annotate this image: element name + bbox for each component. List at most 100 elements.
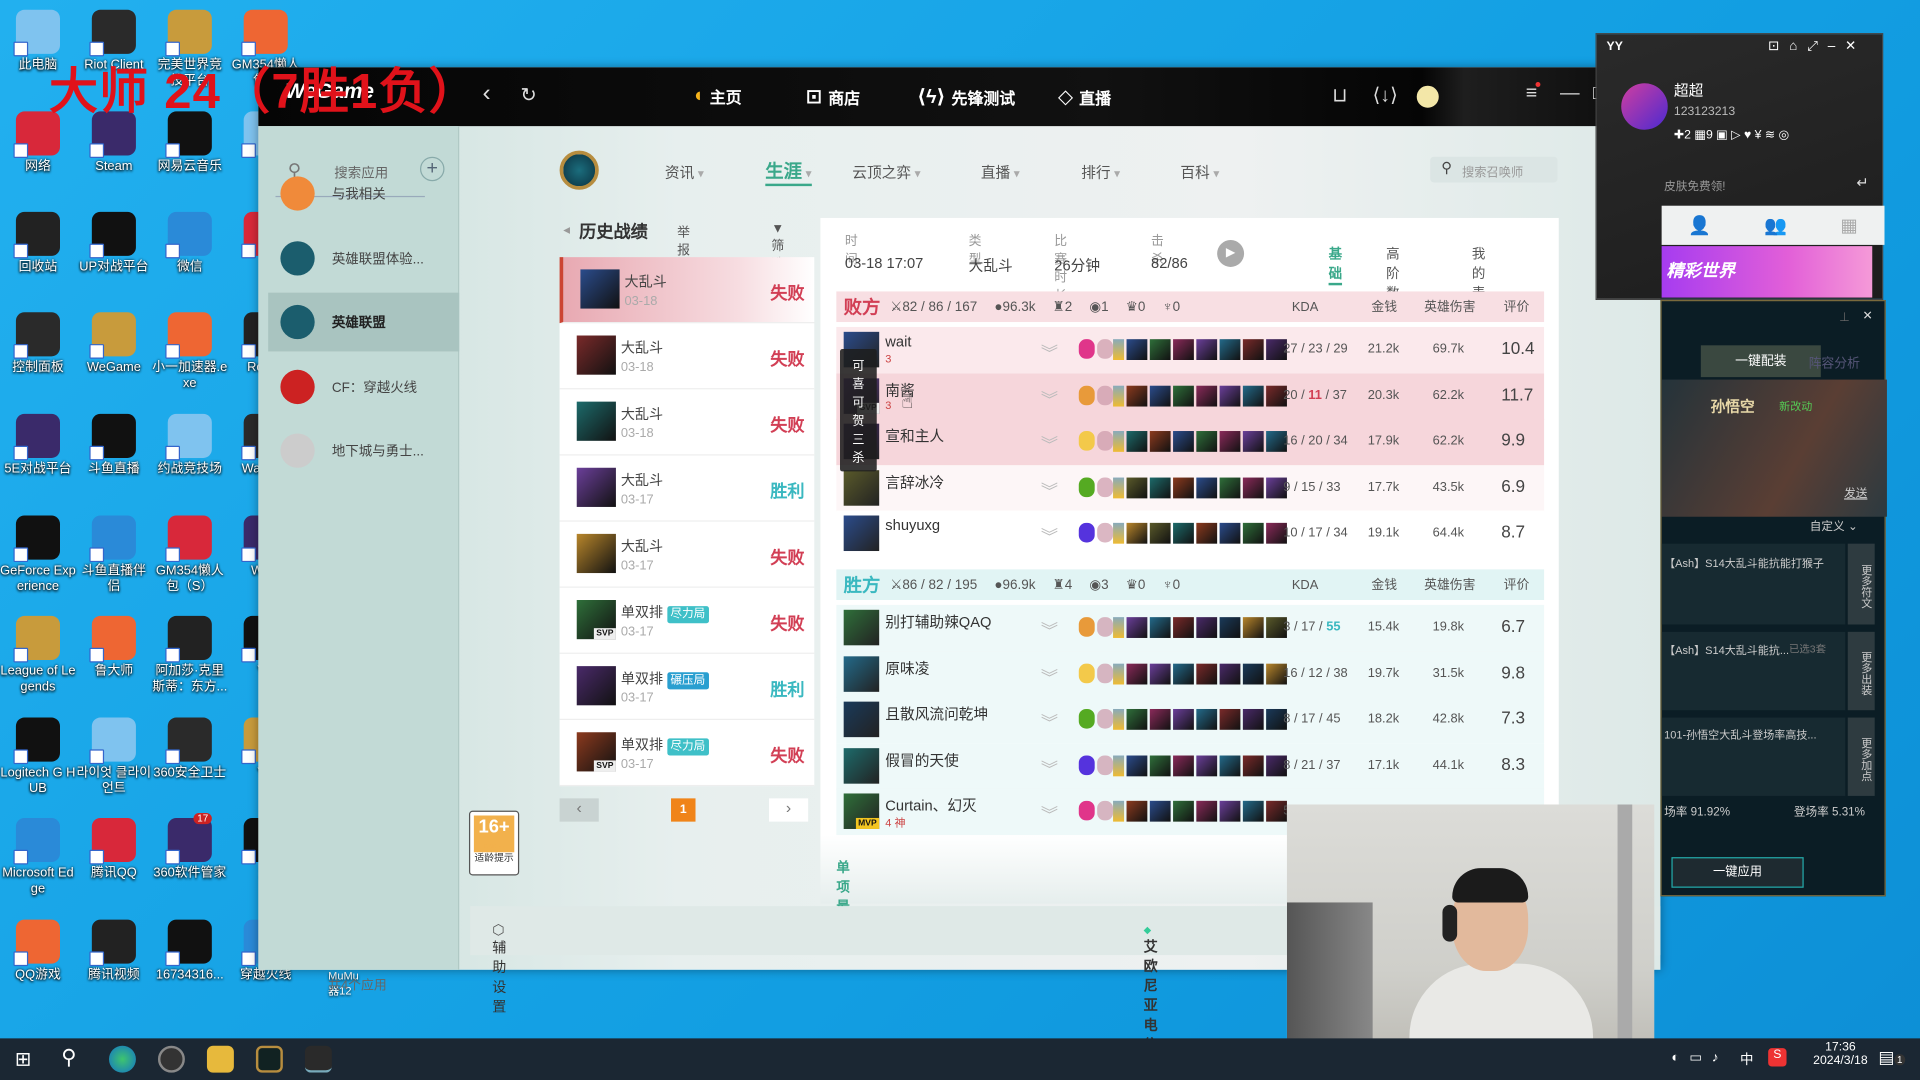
desktop-icon[interactable]: 斗鱼直播 bbox=[76, 413, 152, 478]
desktop-icon[interactable]: 鲁大师 bbox=[76, 615, 152, 680]
desktop-icon[interactable]: 17 360软件管家 bbox=[152, 813, 228, 882]
custom-dropdown[interactable]: 自定义 ⌄ bbox=[1810, 517, 1858, 533]
history-row[interactable]: 大乱斗 03-17 失败 bbox=[559, 521, 815, 588]
app-taskbar-icon[interactable] bbox=[206, 1045, 234, 1073]
desktop-icon[interactable]: WeGame bbox=[76, 312, 152, 376]
download-icon[interactable]: ⟨↓⟩ bbox=[1373, 83, 1398, 107]
lol-nav-item[interactable]: 排行 bbox=[1081, 162, 1120, 183]
apply-button[interactable]: 一键应用 bbox=[1671, 857, 1804, 888]
yy-tabs[interactable]: 👤 👥 ▦ bbox=[1661, 205, 1885, 245]
menu-icon[interactable]: ≡ bbox=[1526, 82, 1541, 105]
wegame-taskbar-icon[interactable] bbox=[304, 1045, 332, 1073]
pin-icon[interactable]: ⊥ bbox=[1839, 311, 1850, 324]
player-row[interactable]: 假冒的天使 ︾ 8 / 21 / 37 17.1k 44.1k 8.3 bbox=[836, 743, 1545, 790]
yy-banner[interactable]: 精彩世界 bbox=[1661, 246, 1873, 298]
yy-promo[interactable]: 皮肤免费领! bbox=[1664, 176, 1725, 193]
player-row[interactable]: 原味凌 ︾ 16 / 12 / 38 19.7k 31.5k 9.8 bbox=[836, 650, 1545, 698]
yy-badges[interactable]: ✚2 ▦9 ▣ ▷ ♥ ¥ ≋ ◎ bbox=[1674, 129, 1789, 142]
clock[interactable]: 17:36 2024/3/18 bbox=[1798, 1041, 1884, 1068]
desktop-icon[interactable]: 约战竞技场 bbox=[152, 413, 228, 478]
history-row[interactable]: 大乱斗 03-18 失败 bbox=[559, 323, 815, 390]
desktop-icon[interactable]: GeForce Experience bbox=[0, 515, 76, 596]
desktop-icon[interactable]: 360安全卫士 bbox=[152, 717, 228, 782]
search-summoner-input[interactable]: ⚲ 搜索召唤师 bbox=[1430, 156, 1558, 183]
refresh-icon[interactable]: ↻ bbox=[520, 83, 536, 107]
chat-icon[interactable]: ⊔ bbox=[1332, 83, 1347, 107]
nav-pioneer-test[interactable]: ⟨ϟ⟩ 先锋测试 bbox=[917, 84, 1015, 108]
desktop-icon[interactable]: GM354懒人包（S） bbox=[152, 515, 228, 596]
nav-live[interactable]: ◇ 直播 bbox=[1058, 84, 1111, 108]
more-builds-button[interactable]: 更多出装 bbox=[1847, 631, 1875, 711]
server-indicator[interactable]: ◆ 艾欧尼亚 电信 bbox=[1144, 922, 1158, 1054]
sidebar-item[interactable]: 英雄联盟 bbox=[268, 292, 460, 352]
page-1-button[interactable]: 1 bbox=[671, 798, 696, 822]
yy-window-controls[interactable]: ⊡⌂⤢–✕ bbox=[1768, 38, 1866, 55]
sidebar-item[interactable]: CF：穿越火线 bbox=[268, 358, 459, 417]
next-page-button[interactable]: › bbox=[768, 798, 809, 822]
minimize-icon[interactable]: — bbox=[1560, 83, 1580, 105]
history-row[interactable]: 单双排 碾压局 03-17 胜利 bbox=[559, 653, 815, 721]
obs-taskbar-icon[interactable] bbox=[157, 1045, 185, 1073]
back-icon[interactable]: ‹ bbox=[482, 80, 490, 108]
player-row[interactable]: wait 3 ︾ 27 / 23 / 29 21.2k 69.7k 10.4 bbox=[836, 326, 1545, 374]
desktop-icon[interactable]: 腾讯视频 bbox=[76, 919, 152, 984]
history-row[interactable]: 大乱斗 03-17 胜利 bbox=[559, 455, 815, 522]
lol-nav-item[interactable]: 直播 bbox=[981, 162, 1020, 183]
more-skills-button[interactable]: 更多加点 bbox=[1847, 717, 1875, 796]
desktop-icon[interactable]: 라이엇 클라이언트 bbox=[76, 717, 152, 798]
nav-home[interactable]: ◖ 主页 bbox=[692, 84, 742, 107]
enter-icon[interactable]: ↵ bbox=[1856, 174, 1868, 191]
lol-nav-item[interactable]: 资讯 bbox=[665, 162, 704, 183]
nav-shop[interactable]: ⊡ 商店 bbox=[806, 84, 860, 108]
history-row[interactable]: SVP 单双排 尽力局 03-17 失败 bbox=[559, 587, 815, 654]
lol-nav-item[interactable]: 百科 bbox=[1180, 162, 1219, 183]
desktop-icon[interactable]: 5E对战平台 bbox=[0, 413, 76, 478]
desktop-icon[interactable]: 回收站 bbox=[0, 211, 76, 276]
tab-one-click-build[interactable]: 一键配装 bbox=[1700, 345, 1821, 378]
assist-settings-button[interactable]: ⬡ 辅助设置 bbox=[492, 921, 506, 1017]
desktop-icon[interactable]: UP对战平台 bbox=[76, 211, 152, 276]
prev-page-button[interactable]: ‹ bbox=[559, 798, 599, 822]
desktop-icon[interactable]: Logitech G HUB bbox=[0, 717, 76, 798]
replay-button[interactable]: ▶ bbox=[1217, 240, 1245, 267]
lol-taskbar-icon[interactable] bbox=[255, 1045, 283, 1073]
tray-icons[interactable]: ◐▭♪ bbox=[1671, 1049, 1728, 1066]
close-icon[interactable]: ✕ bbox=[1862, 310, 1872, 323]
desktop-icon[interactable]: 微信 bbox=[152, 211, 228, 276]
sidebar-item[interactable]: 地下城与勇士... bbox=[268, 421, 459, 480]
report-button[interactable]: 举报 bbox=[677, 223, 690, 260]
collapse-arrow[interactable]: ◂ bbox=[563, 222, 570, 238]
desktop-icon[interactable]: 腾讯QQ bbox=[76, 817, 152, 882]
sidebar-item[interactable]: 与我相关 bbox=[268, 164, 459, 223]
sogou-icon[interactable]: S bbox=[1768, 1048, 1787, 1067]
notification-icon[interactable]: ▤ 1 bbox=[1878, 1047, 1905, 1068]
windows-start-icon[interactable]: ⊞ bbox=[15, 1047, 31, 1071]
desktop-icon[interactable]: QQ游戏 bbox=[0, 919, 76, 984]
desktop-icon[interactable]: 斗鱼直播伴侣 bbox=[76, 515, 152, 596]
ime-indicator[interactable]: 中 bbox=[1740, 1049, 1753, 1069]
player-row[interactable]: SVP南酱3︾20 / 11 / 3720.3k62.2k11.7 bbox=[836, 372, 1545, 420]
yy-avatar[interactable] bbox=[1621, 83, 1668, 130]
desktop-icon[interactable]: 阿加莎·克里斯蒂：东方... bbox=[152, 615, 228, 696]
desktop-icon[interactable]: 小一加速器.exe bbox=[152, 312, 228, 392]
player-row[interactable]: 宣和主人 ︾ 16 / 20 / 34 17.9k 62.2k 9.9 bbox=[836, 419, 1545, 466]
more-runes-button[interactable]: 更多符文 bbox=[1847, 543, 1875, 625]
player-row[interactable]: shuyuxg ︾ 10 / 17 / 34 19.1k 64.4k 8.7 bbox=[836, 511, 1545, 558]
lol-nav-item[interactable]: 云顶之弈 bbox=[852, 162, 920, 183]
player-row[interactable]: 别打辅助辣QAQ ︾ 3 / 17 / 55 15.4k 19.8k 6.7 bbox=[836, 604, 1545, 652]
desktop-icon[interactable]: League of Legends bbox=[0, 615, 76, 696]
tab-lineup-analysis[interactable]: 阵容分析 bbox=[1809, 354, 1860, 372]
player-row[interactable]: 且散风流问乾坤 ︾ 8 / 17 / 45 18.2k 42.8k 7.3 bbox=[836, 696, 1545, 744]
sidebar-item[interactable]: 英雄联盟体验... bbox=[268, 229, 459, 288]
desktop-icon[interactable]: 控制面板 bbox=[0, 312, 76, 376]
lol-nav-item[interactable]: 生涯 bbox=[765, 158, 812, 187]
history-row[interactable]: 大乱斗 03-18 失败 bbox=[559, 389, 815, 456]
search-icon[interactable]: ⚲ bbox=[61, 1046, 76, 1070]
edge-taskbar-icon[interactable] bbox=[108, 1045, 136, 1073]
desktop-icon[interactable]: 16734316... bbox=[152, 919, 228, 984]
detail-tab[interactable]: 基础 bbox=[1328, 244, 1343, 286]
history-row[interactable]: 大乱斗 03-18 失败 bbox=[559, 257, 815, 324]
user-avatar[interactable] bbox=[1416, 85, 1439, 108]
send-button[interactable]: 发送 bbox=[1844, 484, 1867, 500]
desktop-icon[interactable]: Microsoft Edge bbox=[0, 817, 76, 898]
